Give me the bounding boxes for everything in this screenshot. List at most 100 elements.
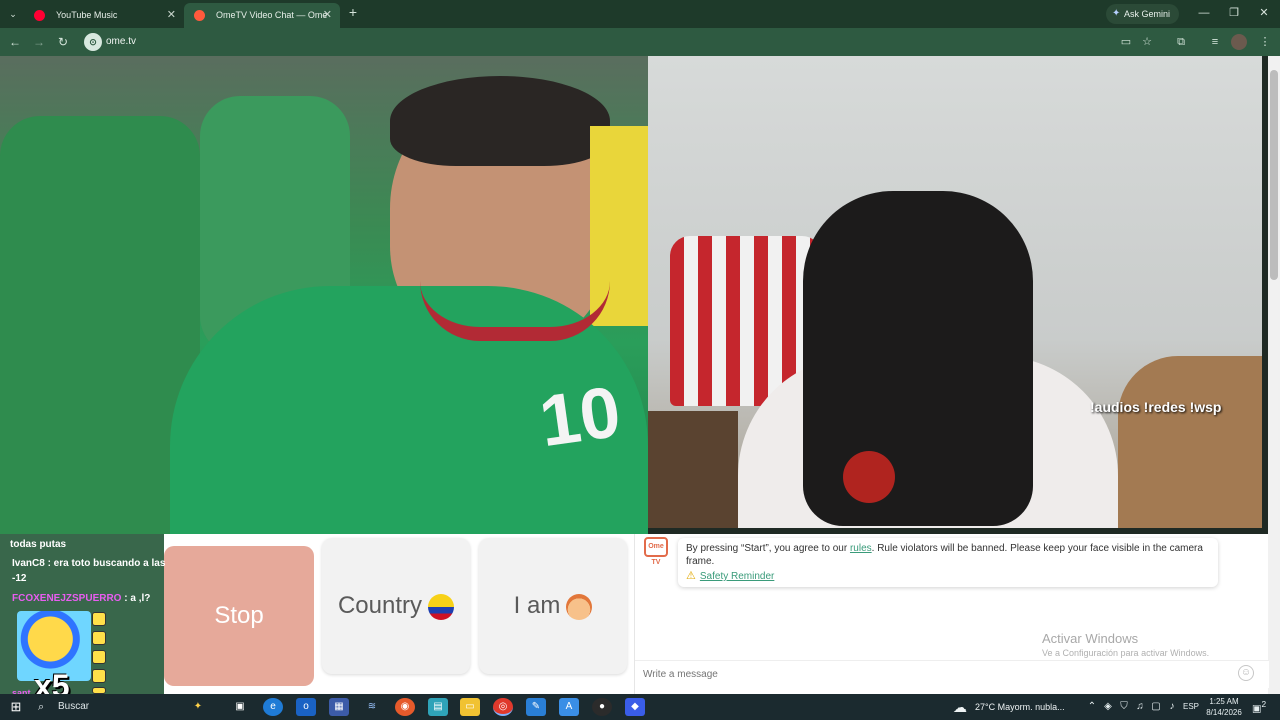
- notification-icon[interactable]: ▣2: [1252, 699, 1266, 714]
- ask-gemini-button[interactable]: ✦ Ask Gemini: [1106, 4, 1180, 24]
- taskbar-search-label: Buscar: [58, 701, 90, 712]
- windows-taskbar: ⊞ ⌕ Buscar ✦ ▣ e o ▦ ≋ ◉ ▤ ▭ ◎ ✎ A ● ◆ ☁…: [0, 694, 1280, 720]
- clock[interactable]: 1:25 AM 8/14/2026: [1199, 696, 1249, 718]
- cloudy-weather-icon: ☁: [953, 699, 967, 715]
- weather-desc: Mayorm. nubla...: [997, 702, 1065, 712]
- search-icon: ⌕: [38, 701, 45, 713]
- reload-icon[interactable]: ↻: [54, 33, 72, 51]
- profile-avatar[interactable]: [1231, 34, 1247, 50]
- youtube-music-icon: [34, 10, 45, 21]
- ometv-logo-icon: Ome TV: [644, 537, 668, 566]
- notes-app-icon[interactable]: ▤: [428, 698, 448, 716]
- bookmark-star-icon[interactable]: ☆: [1139, 34, 1155, 50]
- weather-temp: 27°C: [975, 702, 996, 712]
- notice-text: By pressing “Start”, you agree to our: [686, 543, 850, 554]
- warning-icon: ⚠: [686, 570, 696, 582]
- restore-icon[interactable]: ❐: [1224, 4, 1244, 22]
- new-tab-button[interactable]: +: [345, 4, 361, 20]
- stream-chat-line: FCOXENEJZSPUERRO : a ,l?: [12, 593, 150, 604]
- gemini-sparkle-icon: ✦: [1112, 8, 1121, 19]
- site-info-icon[interactable]: ⊙: [84, 33, 102, 51]
- notification-count: 2: [1261, 699, 1267, 709]
- stream-chat-username: FCOXENEJZSPUERRO: [12, 593, 122, 604]
- message-input[interactable]: [635, 660, 1269, 688]
- rules-notice: By pressing “Start”, you agree to our ru…: [678, 538, 1218, 587]
- windows-start-icon[interactable]: ⊞: [8, 699, 24, 715]
- video-shelf: [648, 411, 738, 528]
- url-text: ome.tv: [106, 36, 137, 47]
- chat-panel: Ome TV By pressing “Start”, you agree to…: [634, 534, 1269, 694]
- activate-windows-subtitle: Ve a Configuración para activar Windows.: [1042, 648, 1210, 658]
- stream-overlay-commands: !audios !redes !wsp: [1090, 399, 1222, 415]
- chevron-up-icon[interactable]: ⌃: [1085, 699, 1099, 715]
- colombia-flag-icon: [428, 593, 455, 620]
- video-blanket: [1118, 356, 1262, 528]
- network-icon[interactable]: ▢: [1149, 699, 1163, 715]
- close-window-icon[interactable]: ✕: [1254, 4, 1274, 22]
- microphone-icon[interactable]: ♫: [1133, 699, 1147, 715]
- address-bar[interactable]: ⊙ ome.tv: [80, 31, 1165, 53]
- menu-kebab-icon[interactable]: ⋮: [1257, 34, 1273, 50]
- copilot-app-icon[interactable]: ≋: [362, 698, 382, 716]
- chrome-icon[interactable]: ◎: [493, 698, 513, 716]
- extensions-icon[interactable]: ⧉: [1173, 34, 1189, 50]
- rules-link[interactable]: rules: [850, 543, 872, 554]
- video-person-covered-head: [803, 191, 1033, 526]
- edge-icon[interactable]: e: [263, 698, 283, 716]
- reading-list-icon[interactable]: ≡: [1207, 34, 1223, 50]
- cast-icon[interactable]: ▭: [1118, 34, 1134, 50]
- minion-mini-icon: [92, 612, 106, 626]
- country-button[interactable]: Country: [322, 538, 470, 674]
- video-hair: [390, 76, 610, 166]
- weather-widget[interactable]: ☁ 27°C Mayorm. nubla...: [953, 694, 1065, 720]
- app-blue-icon[interactable]: ◆: [625, 698, 645, 716]
- store-icon[interactable]: ▦: [329, 698, 349, 716]
- minion-mini-icon: [92, 669, 106, 683]
- stream-chat-message: : a ,l?: [121, 593, 151, 604]
- taskbar-search[interactable]: ⌕ Buscar: [30, 697, 180, 717]
- minion-mini-icon: [92, 650, 106, 664]
- close-tab-icon[interactable]: ✕: [167, 3, 176, 28]
- outlook-icon[interactable]: o: [296, 698, 316, 716]
- tab-search-chevron-icon[interactable]: ⌄: [5, 6, 21, 22]
- copilot-sparkle-icon[interactable]: ✦: [188, 698, 208, 716]
- stop-button[interactable]: Stop: [164, 546, 314, 686]
- brave-icon[interactable]: ◉: [395, 698, 415, 716]
- tab-youtube-music[interactable]: YouTube Music ✕: [24, 3, 184, 28]
- stream-chat-line: -12: [12, 573, 27, 584]
- forward-arrow-icon[interactable]: →: [30, 33, 48, 51]
- volume-icon[interactable]: ♪: [1165, 699, 1179, 715]
- boy-face-icon: [566, 593, 593, 620]
- gender-button[interactable]: I am: [479, 538, 627, 674]
- paint-app-icon[interactable]: ✎: [526, 698, 546, 716]
- language-indicator[interactable]: ESP: [1183, 694, 1199, 720]
- close-tab-icon[interactable]: ✕: [323, 3, 332, 28]
- activate-windows-title: Activar Windows: [1042, 631, 1139, 646]
- tab-title: OmeTV Video Chat — Ome: [216, 10, 328, 20]
- tab-title: YouTube Music: [56, 10, 118, 20]
- self-video: [648, 56, 1262, 528]
- tray-app-icon[interactable]: ◈: [1101, 699, 1115, 715]
- back-arrow-icon[interactable]: ←: [6, 33, 24, 51]
- clock-date: 8/14/2026: [1206, 708, 1242, 717]
- video-shirt-logo: [843, 451, 895, 503]
- minimize-icon[interactable]: —: [1194, 4, 1214, 22]
- stream-chat-line: todas putas: [10, 539, 67, 550]
- task-view-icon[interactable]: ▣: [230, 698, 250, 716]
- file-explorer-icon[interactable]: ▭: [460, 698, 480, 716]
- emoji-icon[interactable]: ☺: [1238, 665, 1254, 681]
- app-a-icon[interactable]: A: [559, 698, 579, 716]
- ask-gemini-label: Ask Gemini: [1124, 9, 1171, 19]
- ometv-icon: [194, 10, 205, 21]
- obs-icon[interactable]: ●: [592, 698, 612, 716]
- safety-reminder-link[interactable]: Safety Reminder: [700, 571, 774, 582]
- shield-icon[interactable]: ⛉: [1117, 699, 1131, 715]
- tab-strip: ⌄ YouTube Music ✕ OmeTV Video Chat — Ome…: [0, 0, 1280, 28]
- video-jersey-collar: [420, 281, 610, 341]
- country-label: Country: [337, 592, 423, 619]
- tab-ometv[interactable]: OmeTV Video Chat — Ome ✕: [184, 3, 340, 28]
- gender-label: I am: [513, 592, 561, 619]
- page-scrollbar[interactable]: [1268, 56, 1280, 694]
- browser-toolbar: ← → ↻ ⊙ ome.tv ▭ ☆ ⧉ ≡ ⋮: [0, 28, 1280, 56]
- scrollbar-thumb[interactable]: [1270, 70, 1278, 280]
